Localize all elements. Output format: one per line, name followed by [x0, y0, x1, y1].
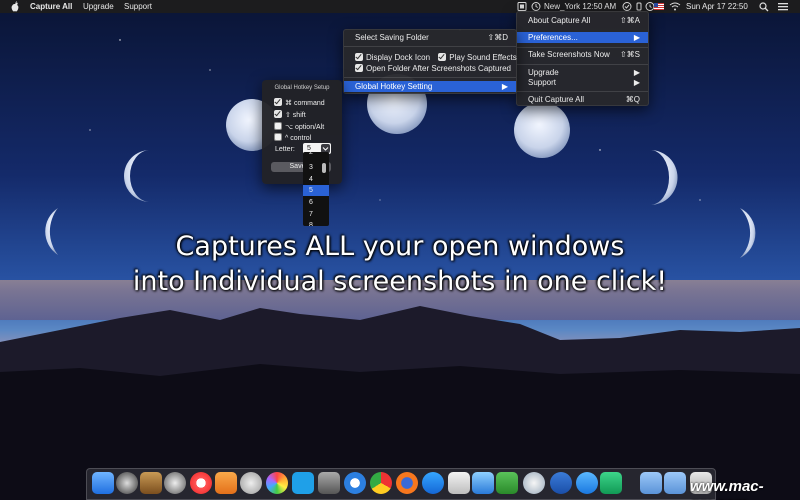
wifi-icon[interactable]	[669, 1, 681, 12]
downloads-folder-icon[interactable]	[640, 472, 662, 494]
menu-item-quit[interactable]: Quit Capture All ⌘Q	[517, 94, 648, 105]
numbers-icon[interactable]	[496, 472, 518, 494]
spotlight-search-icon[interactable]	[758, 1, 770, 12]
letter-option[interactable]: 2	[303, 152, 329, 158]
menu-separator	[517, 47, 648, 48]
skype-icon[interactable]	[292, 472, 314, 494]
notification-center-icon[interactable]	[776, 1, 790, 12]
chrome-icon[interactable]	[370, 472, 392, 494]
letter-option-selected[interactable]: 5	[303, 185, 329, 196]
documents-folder-icon[interactable]	[664, 472, 686, 494]
photos-icon[interactable]	[266, 472, 288, 494]
menu-bar: Capture All Upgrade Support New_York 12:…	[0, 0, 800, 13]
safari-icon[interactable]	[344, 472, 366, 494]
capture-all-dock-icon[interactable]	[600, 472, 622, 494]
play-sound-effects-option[interactable]: Play Sound Effects	[438, 53, 517, 62]
open-folder-option[interactable]: Open Folder After Screenshots Captured	[344, 63, 516, 74]
menu-item-preferences[interactable]: Preferences... ▶	[517, 32, 648, 43]
checkbox-shift[interactable]	[274, 110, 282, 118]
apple-icon[interactable]	[10, 1, 20, 12]
hex-app-icon[interactable]	[550, 472, 572, 494]
letter-option[interactable]: 7	[303, 209, 329, 220]
caption-line-2: into Individual screenshots in one click…	[132, 266, 668, 297]
hotkey-control-option[interactable]: ^ control	[274, 133, 311, 142]
menu-item-global-hotkey-setting[interactable]: Global Hotkey Setting ▶	[344, 81, 516, 92]
menu-item-take-screenshots[interactable]: Take Screenshots Now ⇧⌘S	[517, 49, 648, 60]
text-edit-icon[interactable]	[448, 472, 470, 494]
checkbox-open-folder[interactable]	[355, 64, 363, 72]
menu-upgrade[interactable]: Upgrade	[83, 2, 114, 11]
display-dock-icon-option[interactable]: Display Dock Icon	[355, 53, 430, 62]
music-icon[interactable]	[190, 472, 212, 494]
preferences-submenu: Select Saving Folder ⇧⌘D Display Dock Ico…	[343, 29, 517, 94]
checkbox-command[interactable]	[274, 98, 282, 106]
letter-select-value: 5	[307, 145, 311, 152]
watermark-text: www.mac-gm.com	[690, 478, 764, 500]
hotkey-command-option[interactable]: ⌘ command	[274, 98, 325, 107]
xcode-icon[interactable]	[472, 472, 494, 494]
letter-option[interactable]: 6	[303, 197, 329, 208]
menu-item-about[interactable]: About Capture All ⇧⌘A	[517, 15, 648, 26]
letter-option[interactable]: 4	[303, 174, 329, 185]
checkbox-option[interactable]	[274, 122, 282, 130]
books-icon[interactable]	[215, 472, 237, 494]
dashboard-icon[interactable]	[116, 472, 138, 494]
video-player-icon[interactable]	[576, 472, 598, 494]
global-hotkey-panel: Global Hotkey Setup ⌘ command ⇧ shift ⌥ …	[262, 80, 342, 184]
menu-separator	[344, 77, 516, 78]
disk-utility-icon[interactable]	[240, 472, 262, 494]
hotkey-shift-option[interactable]: ⇧ shift	[274, 110, 306, 119]
dropdown-scrollbar[interactable]	[322, 163, 326, 173]
menu-separator	[517, 91, 648, 92]
menu-separator	[344, 46, 516, 47]
system-preferences-icon[interactable]	[318, 472, 340, 494]
hotkey-option-option[interactable]: ⌥ option/Alt	[274, 122, 324, 131]
firefox-icon[interactable]	[396, 472, 418, 494]
caption-line-1: Captures ALL your open windows	[175, 231, 625, 262]
date-time[interactable]: Sun Apr 17 22:50	[686, 2, 748, 11]
letter-option[interactable]: 8	[303, 220, 329, 226]
messages-icon[interactable]	[523, 472, 545, 494]
letter-label: Letter:	[275, 146, 295, 153]
app-name-menu[interactable]: Capture All	[30, 2, 72, 11]
checkbox-display-dock-icon[interactable]	[355, 53, 363, 61]
menu-support[interactable]: Support	[124, 2, 152, 11]
menu-item-support[interactable]: Support ▶	[517, 77, 648, 88]
flag-us-icon[interactable]	[653, 1, 665, 12]
capture-all-menu: About Capture All ⇧⌘A Preferences... ▶ Tak…	[516, 11, 649, 106]
finder-icon[interactable]	[92, 472, 114, 494]
world-clock[interactable]: New_York 12:50 AM	[544, 2, 616, 11]
mountains	[0, 280, 800, 500]
menu-item-select-saving-folder[interactable]: Select Saving Folder ⇧⌘D	[344, 32, 516, 43]
checkbox-play-sound-effects[interactable]	[438, 53, 447, 61]
menu-separator	[517, 64, 648, 65]
checkbox-control[interactable]	[274, 133, 282, 141]
archive-icon[interactable]	[140, 472, 162, 494]
option-row-dock-sound: Display Dock Icon Play Sound Effects	[344, 52, 517, 63]
app-store-icon[interactable]	[422, 472, 444, 494]
launchpad-icon[interactable]	[164, 472, 186, 494]
hotkey-panel-title: Global Hotkey Setup	[274, 85, 330, 91]
